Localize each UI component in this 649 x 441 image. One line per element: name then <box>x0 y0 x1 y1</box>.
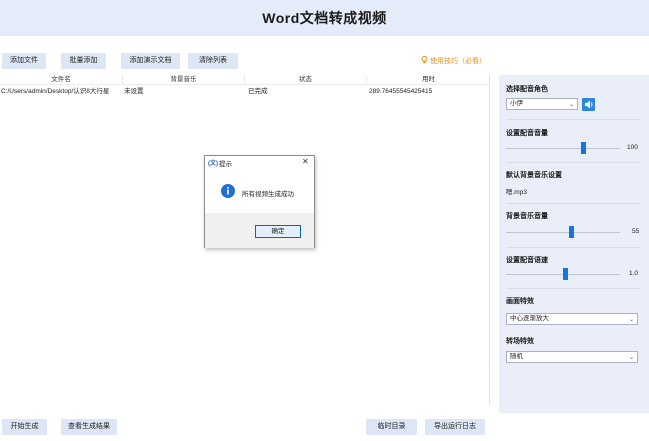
view-result-button[interactable]: 查看生成结果 <box>61 419 117 435</box>
add-demo-button[interactable]: 添加演示文档 <box>121 53 180 69</box>
voice-volume-slider[interactable] <box>506 148 620 149</box>
message-dialog: (文) 提示 ✕ 所有视频生成成功 确定 <box>204 155 315 248</box>
start-generate-button[interactable]: 开始生成 <box>2 419 47 435</box>
speed-thumb[interactable] <box>563 268 568 280</box>
cell-status: 已完成 <box>248 88 268 95</box>
voice-role-select[interactable]: 小伊 ⌄ <box>506 98 578 110</box>
divider <box>506 288 641 289</box>
divider <box>506 247 641 248</box>
chevron-down-icon: ⌄ <box>628 317 634 323</box>
voice-volume-value: 100 <box>627 144 638 151</box>
settings-panel: 选择配音角色 小伊 ⌄ 设置配音音量 100 默认背景音乐设置 嗯.mp3 背景… <box>499 75 649 413</box>
transition-title: 转场特效 <box>506 338 534 345</box>
cell-time: 289.76455545425415 <box>369 88 433 95</box>
app-header: Word文档转成视频 <box>0 0 649 36</box>
dialog-footer: 确定 <box>205 213 314 248</box>
column-header-time[interactable]: 用时 <box>367 75 490 85</box>
column-header-status[interactable]: 状态 <box>245 75 367 85</box>
lightbulb-icon <box>421 56 428 64</box>
divider <box>506 162 641 163</box>
column-header-filename[interactable]: 文件名 <box>0 75 123 85</box>
table-header: 文件名 背景音乐 状态 用时 <box>0 75 490 85</box>
speaker-icon <box>585 100 593 109</box>
app-title: Word文档转成视频 <box>262 10 387 26</box>
column-header-bgm[interactable]: 背景音乐 <box>123 75 245 85</box>
export-log-button[interactable]: 导出运行日志 <box>425 419 485 435</box>
bgm-setting-title: 默认背景音乐设置 <box>506 172 562 179</box>
bgm-volume-title: 背景音乐音量 <box>506 213 548 220</box>
transition-value: 随机 <box>510 353 523 360</box>
close-icon[interactable]: ✕ <box>302 157 309 166</box>
add-file-button[interactable]: 添加文件 <box>2 53 46 69</box>
voice-role-value: 小伊 <box>510 100 523 107</box>
cell-bgm: 未设置 <box>124 88 144 95</box>
app-icon: (文) <box>208 161 218 167</box>
divider <box>506 203 641 204</box>
bgm-volume-slider[interactable] <box>506 232 620 233</box>
bgm-volume-value: 55 <box>632 228 640 235</box>
info-icon <box>221 184 235 198</box>
voice-volume-title: 设置配音音量 <box>506 130 548 137</box>
voice-volume-thumb[interactable] <box>581 142 586 154</box>
temp-dir-button[interactable]: 临时目录 <box>366 419 417 435</box>
screen-effect-select[interactable]: 中心逐渐放大 ⌄ <box>506 313 638 325</box>
divider <box>506 119 641 120</box>
speed-title: 设置配音语速 <box>506 257 548 264</box>
ok-button[interactable]: 确定 <box>255 225 301 238</box>
speaker-preview-button[interactable] <box>582 98 595 111</box>
dialog-titlebar: (文) 提示 ✕ <box>205 156 314 168</box>
speed-value: 1.0 <box>629 270 639 277</box>
dialog-title: 提示 <box>219 161 232 168</box>
bgm-file-name[interactable]: 嗯.mp3 <box>506 186 527 196</box>
batch-add-button[interactable]: 批量添加 <box>61 53 106 69</box>
chevron-down-icon: ⌄ <box>628 355 634 361</box>
clear-list-button[interactable]: 清除列表 <box>188 53 238 69</box>
table-row[interactable]: C:/Users/admin/Desktop/认识8大行星 未设置 已完成 28… <box>0 87 490 97</box>
voice-role-title: 选择配音角色 <box>506 86 548 93</box>
screen-effect-title: 画面特效 <box>506 298 534 305</box>
tips-link[interactable]: 使用技巧（必看） <box>421 55 486 69</box>
dialog-message: 所有视频生成成功 <box>242 191 294 198</box>
bgm-volume-thumb[interactable] <box>569 226 574 238</box>
chevron-down-icon: ⌄ <box>568 102 574 108</box>
screen-effect-value: 中心逐渐放大 <box>510 315 549 322</box>
tips-label: 使用技巧（必看） <box>429 58 486 65</box>
transition-select[interactable]: 随机 ⌄ <box>506 351 638 363</box>
cell-filename: C:/Users/admin/Desktop/认识8大行星 <box>1 88 110 95</box>
